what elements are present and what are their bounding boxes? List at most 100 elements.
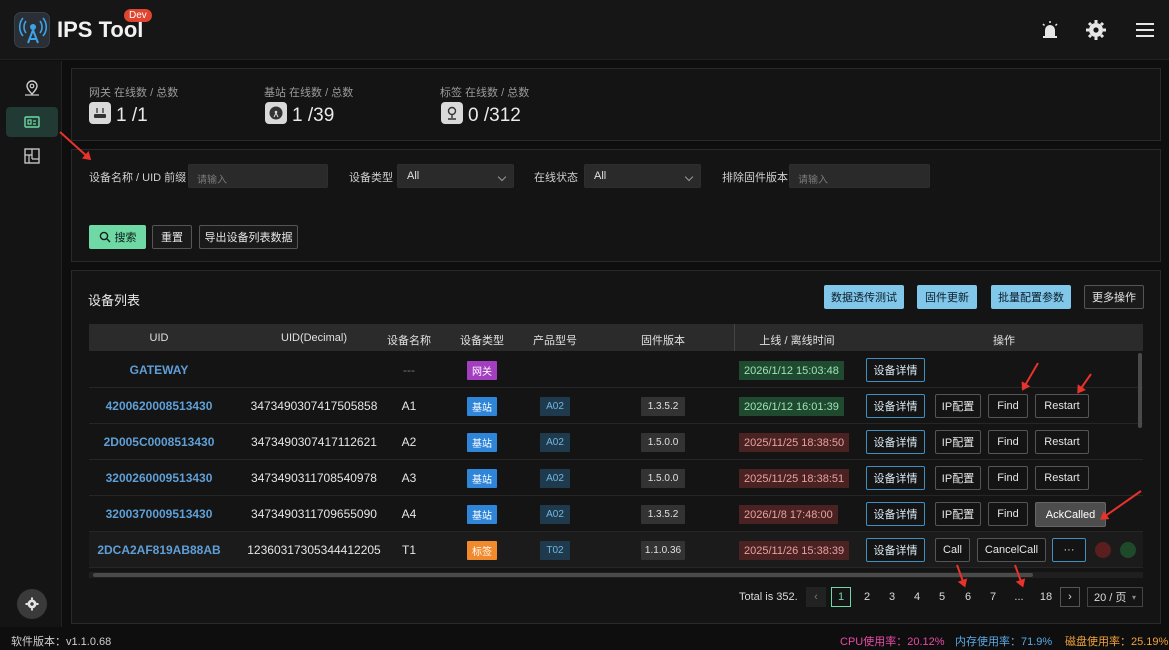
settings-float-button[interactable]: [17, 589, 47, 619]
cell-uid[interactable]: GATEWAY: [89, 363, 229, 377]
page-button[interactable]: 7: [983, 587, 1003, 607]
online-time-badge: 2025/11/25 18:38:50: [739, 433, 850, 452]
next-page-button[interactable]: ›: [1060, 587, 1080, 607]
sidebar: [0, 61, 62, 627]
find-button[interactable]: Find: [988, 394, 1028, 418]
table-row: 2D005C0008513430 3473490307417112621 A2 基站 A…: [89, 424, 1143, 460]
cell-device-name: A1: [401, 399, 417, 413]
ip-config-button[interactable]: IP配置: [935, 394, 981, 418]
vertical-scrollbar-thumb[interactable]: [1138, 353, 1142, 428]
cell-uid-decimal: 3473490311709655090: [251, 507, 377, 521]
page-button[interactable]: 18: [1034, 587, 1058, 607]
device-detail-button[interactable]: 设备详情: [866, 538, 925, 562]
col-device-name: 设备名称: [387, 335, 431, 347]
cell-uid[interactable]: 3200260009513430: [89, 471, 229, 485]
firmware-update-button[interactable]: 固件更新: [917, 285, 977, 309]
name-filter-input[interactable]: 请输入: [188, 164, 328, 188]
page-ellipsis[interactable]: ...: [1009, 587, 1029, 607]
ip-config-button[interactable]: IP配置: [935, 502, 981, 526]
more-ops-button[interactable]: ···: [1052, 538, 1086, 562]
export-button[interactable]: 导出设备列表数据: [199, 225, 298, 249]
device-detail-button[interactable]: 设备详情: [866, 394, 925, 418]
restart-button[interactable]: Restart: [1035, 394, 1089, 418]
cell-uid[interactable]: 4200620008513430: [89, 399, 229, 413]
chevron-down-icon: ▾: [1131, 592, 1136, 602]
passthrough-test-button[interactable]: 数据透传测试: [824, 285, 904, 309]
batch-config-button[interactable]: 批量配置参数: [991, 285, 1071, 309]
page-size-value: 20 / 页: [1094, 592, 1127, 604]
type-filter-label: 设备类型: [349, 172, 393, 184]
cpu-usage: CPU使用率：20.12%: [840, 636, 945, 648]
more-actions-button[interactable]: 更多操作: [1084, 285, 1144, 309]
ip-config-button[interactable]: IP配置: [935, 430, 981, 454]
col-uid-decimal: UID(Decimal): [281, 332, 347, 344]
device-detail-button[interactable]: 设备详情: [866, 466, 925, 490]
device-detail-button[interactable]: 设备详情: [866, 358, 925, 382]
hamburger-icon[interactable]: [1134, 19, 1156, 41]
basestation-icon: [265, 102, 287, 124]
cell-uid-decimal: 3473490311708540978: [251, 471, 377, 485]
sidebar-item-devices[interactable]: [6, 107, 58, 137]
sidebar-item-floorplan[interactable]: [6, 141, 58, 171]
gear-icon[interactable]: [1085, 19, 1107, 41]
firmware-filter-input[interactable]: 请输入: [789, 164, 930, 188]
reset-button[interactable]: 重置: [152, 225, 192, 249]
find-button[interactable]: Find: [988, 430, 1028, 454]
restart-button[interactable]: Restart: [1035, 466, 1089, 490]
product-model-badge: A02: [540, 397, 570, 416]
cell-uid[interactable]: 3200370009513430: [89, 507, 229, 521]
filter-panel: 设备名称 / UID 前缀 请输入 设备类型 All 在线状态 All 排除固件…: [71, 149, 1161, 262]
prev-page-button[interactable]: ‹: [806, 587, 826, 607]
device-type-badge: 基站: [467, 469, 497, 488]
page-button[interactable]: 1: [831, 587, 851, 607]
device-list-icon: [24, 116, 40, 128]
online-time-badge: 2026/1/12 15:03:48: [739, 361, 844, 380]
online-time-badge: 2025/11/26 15:38:39: [739, 541, 850, 560]
cell-uid[interactable]: 2DCA2AF819AB88AB: [89, 543, 229, 557]
find-button[interactable]: Find: [988, 502, 1028, 526]
horizontal-scrollbar[interactable]: [89, 572, 1143, 578]
table-row: 2DCA2AF819AB88AB 12360317305344412205 T1 标签…: [89, 532, 1143, 568]
alarm-icon[interactable]: [1039, 19, 1061, 41]
page-button[interactable]: 3: [882, 587, 902, 607]
device-detail-button[interactable]: 设备详情: [866, 430, 925, 454]
gear-icon: [25, 597, 39, 611]
page-button[interactable]: 4: [907, 587, 927, 607]
find-button[interactable]: Find: [988, 466, 1028, 490]
stat-value-gateway: 1 /1: [116, 105, 148, 126]
cell-uid-decimal: 12360317305344412205: [247, 543, 381, 557]
status-dot-green: [1120, 542, 1136, 558]
firmware-filter-label: 排除固件版本: [722, 172, 788, 184]
sidebar-item-map[interactable]: [6, 73, 58, 103]
call-button[interactable]: Call: [935, 538, 970, 562]
tower-logo-icon: [14, 12, 50, 48]
cell-device-name: A3: [401, 471, 417, 485]
page-size-select[interactable]: 20 / 页 ▾: [1087, 587, 1143, 607]
product-model-badge: A02: [540, 433, 570, 452]
cell-uid[interactable]: 2D005C0008513430: [89, 435, 229, 449]
page-button[interactable]: 5: [932, 587, 952, 607]
device-type-badge: 基站: [467, 397, 497, 416]
disk-usage: 磁盘使用率：25.19%: [1065, 636, 1169, 648]
horizontal-scrollbar-thumb[interactable]: [93, 573, 1033, 577]
product-model-badge: A02: [540, 469, 570, 488]
firmware-badge: 1.1.0.36: [641, 541, 685, 560]
restart-button[interactable]: Restart: [1035, 430, 1089, 454]
device-detail-button[interactable]: 设备详情: [866, 502, 925, 526]
type-filter-select[interactable]: All: [397, 164, 514, 188]
page-button[interactable]: 6: [958, 587, 978, 607]
chevron-down-icon: [497, 172, 507, 182]
cell-device-name: T1: [401, 543, 416, 557]
search-button[interactable]: 搜索: [89, 225, 146, 249]
page-button[interactable]: 2: [857, 587, 877, 607]
col-device-type: 设备类型: [460, 335, 504, 347]
dev-badge: Dev: [124, 9, 152, 22]
table-row: GATEWAY --- 网关 2026/1/12 15:03:48 设备详情: [89, 352, 1143, 388]
product-model-badge: A02: [540, 505, 570, 524]
ack-called-tooltip[interactable]: AckCalled: [1035, 502, 1106, 527]
online-filter-select[interactable]: All: [584, 164, 701, 188]
col-uid: UID: [149, 332, 169, 344]
ip-config-button[interactable]: IP配置: [935, 466, 981, 490]
cancel-call-button[interactable]: CancelCall: [977, 538, 1046, 562]
online-time-badge: 2026/1/8 17:48:00: [739, 505, 838, 524]
